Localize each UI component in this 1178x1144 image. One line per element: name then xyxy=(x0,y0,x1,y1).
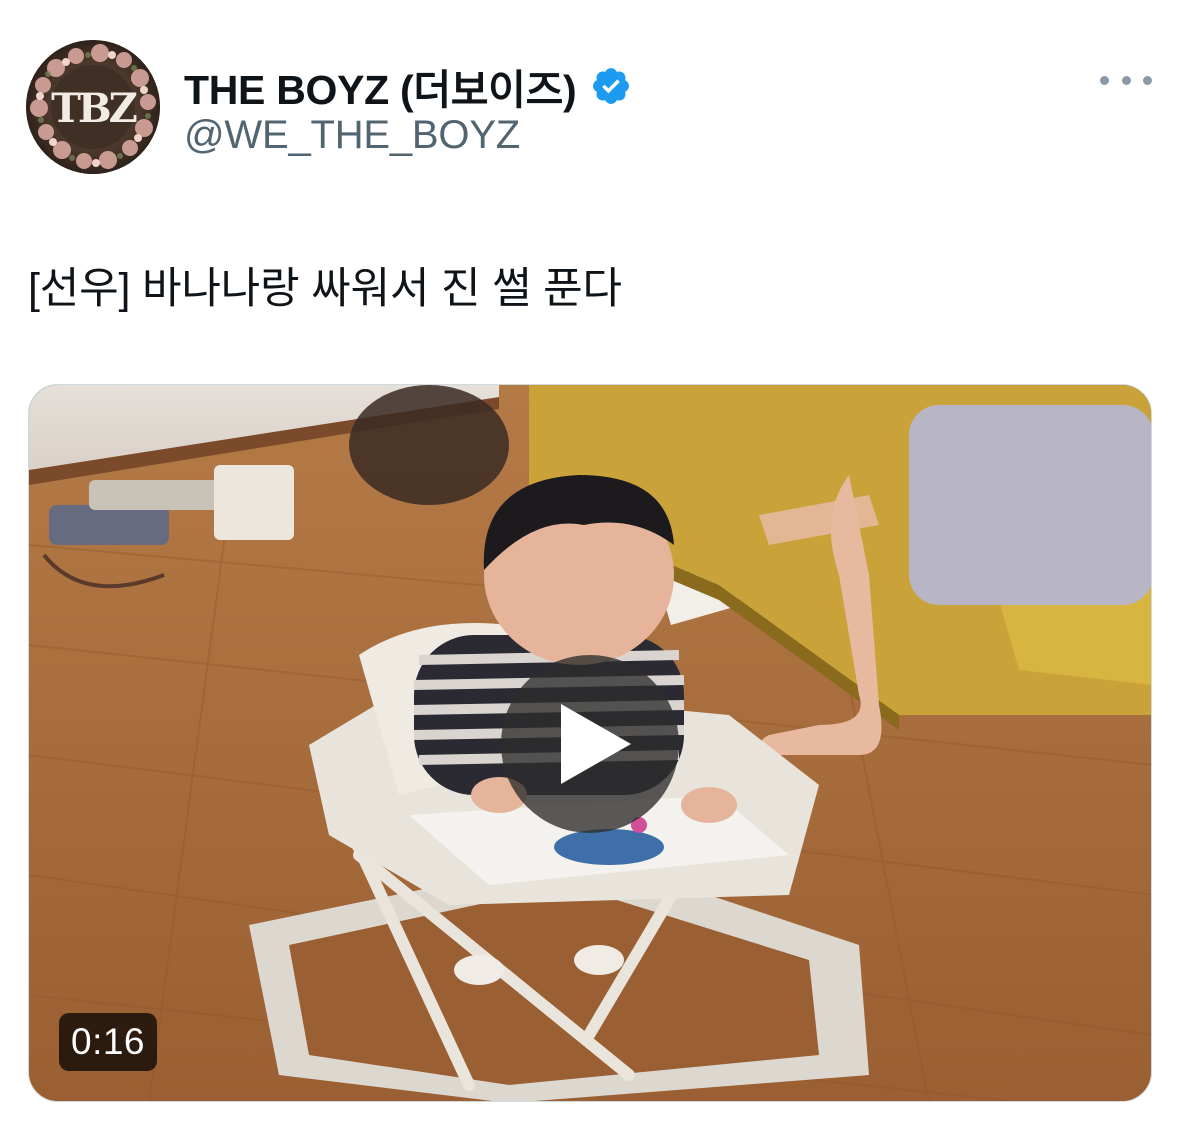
more-icon-dot xyxy=(1143,75,1152,85)
video-player[interactable]: 0:16 xyxy=(28,384,1152,1102)
verified-badge-icon xyxy=(593,68,630,104)
author-handle[interactable]: @WE_THE_BOYZ xyxy=(184,113,520,158)
tweet-text: [선우] 바나나랑 싸워서 진 썰 푼다 xyxy=(28,265,622,313)
author-name-row: THE BOYZ (더보이즈) xyxy=(184,56,632,116)
play-icon xyxy=(561,704,631,784)
avatar[interactable]: TBZ xyxy=(26,40,160,174)
more-options-button[interactable] xyxy=(1100,62,1152,98)
svg-text:TBZ: TBZ xyxy=(51,85,137,132)
play-button[interactable] xyxy=(501,655,679,833)
more-icon-dot xyxy=(1121,75,1131,85)
author-display-name[interactable]: THE BOYZ (더보이즈) xyxy=(184,56,577,116)
video-duration-badge: 0:16 xyxy=(59,1013,158,1071)
more-icon xyxy=(1100,75,1109,85)
